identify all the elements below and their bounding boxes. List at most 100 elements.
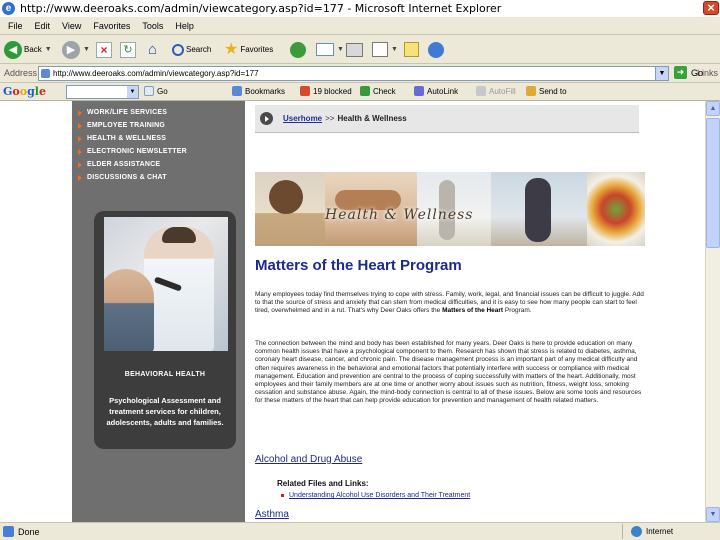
banner-logo: Health & Wellness bbox=[325, 207, 474, 223]
forward-dropdown-icon[interactable]: ▼ bbox=[83, 46, 90, 53]
menu-view[interactable]: View bbox=[62, 21, 81, 31]
menu-bar: File Edit View Favorites Tools Help bbox=[0, 17, 720, 35]
google-search-icon bbox=[144, 86, 154, 96]
bookmarks-button[interactable]: Bookmarks bbox=[232, 86, 285, 96]
google-search-dropdown-icon[interactable]: ▼ bbox=[127, 86, 138, 98]
autolink-button[interactable]: AutoLink bbox=[414, 86, 458, 96]
forward-arrow-icon: ▶ bbox=[62, 40, 80, 59]
home-button[interactable]: ⌂ bbox=[144, 39, 161, 60]
back-arrow-icon: ◀ bbox=[4, 40, 22, 59]
address-dropdown-icon[interactable]: ▼ bbox=[655, 67, 668, 80]
spellcheck-button[interactable]: Check bbox=[360, 86, 396, 96]
google-toolbar: Google ▼ Go Bookmarks 19 blocked Check A… bbox=[0, 83, 720, 101]
nav-bullet-icon bbox=[78, 174, 82, 181]
spellcheck-icon bbox=[360, 86, 370, 96]
stop-icon: × bbox=[96, 41, 112, 58]
back-dropdown-icon[interactable]: ▼ bbox=[45, 46, 52, 53]
stop-button[interactable]: × bbox=[96, 39, 112, 60]
standard-toolbar: ◀ Back ▼ ▶ ▼ × ↻ ⌂ Search ★ Favorites ▼ … bbox=[0, 35, 720, 64]
status-text: Done bbox=[18, 526, 40, 537]
nav-bullet-icon bbox=[78, 135, 82, 142]
scroll-thumb[interactable] bbox=[706, 118, 720, 248]
page-title: Matters of the Heart Program bbox=[255, 257, 462, 274]
ie-logo-icon: e bbox=[2, 2, 15, 15]
related-files-heading: Related Files and Links: bbox=[277, 479, 369, 488]
breadcrumb-home-link[interactable]: Userhome bbox=[283, 114, 322, 123]
breadcrumb-arrow-icon bbox=[260, 112, 273, 125]
mail-icon bbox=[316, 43, 334, 56]
banner-photo-1 bbox=[255, 172, 325, 246]
favorites-button[interactable]: ★ Favorites bbox=[224, 39, 273, 60]
edit-icon bbox=[372, 42, 388, 57]
sidebar-nav: WORK/LIFE SERVICES EMPLOYEE TRAINING HEA… bbox=[78, 106, 187, 184]
print-icon bbox=[346, 42, 363, 57]
breadcrumb: Userhome >> Health & Wellness bbox=[255, 105, 639, 133]
send-to-button[interactable]: Send to bbox=[526, 86, 567, 96]
menu-edit[interactable]: Edit bbox=[35, 21, 51, 31]
security-zone: Internet bbox=[622, 524, 718, 539]
refresh-button[interactable]: ↻ bbox=[120, 39, 136, 60]
page-done-icon bbox=[3, 526, 14, 537]
google-logo[interactable]: Google bbox=[3, 85, 46, 98]
send-to-icon bbox=[526, 86, 536, 96]
menu-file[interactable]: File bbox=[8, 21, 23, 31]
media-button[interactable] bbox=[290, 39, 306, 60]
vertical-scrollbar[interactable]: ▲ ▼ bbox=[705, 101, 720, 522]
page-icon bbox=[41, 69, 50, 78]
forward-button[interactable]: ▶ ▼ bbox=[62, 39, 90, 60]
menu-favorites[interactable]: Favorites bbox=[93, 21, 130, 31]
banner-photo-5 bbox=[587, 172, 645, 246]
mail-button[interactable]: ▼ bbox=[316, 39, 344, 60]
google-search-input[interactable]: ▼ bbox=[66, 85, 139, 99]
section-link-alcohol-drug-abuse[interactable]: Alcohol and Drug Abuse bbox=[255, 454, 362, 465]
notes-icon bbox=[404, 42, 419, 57]
menu-help[interactable]: Help bbox=[175, 21, 194, 31]
home-icon: ⌂ bbox=[147, 40, 158, 58]
scroll-up-icon[interactable]: ▲ bbox=[706, 101, 720, 116]
nav-item-newsletter[interactable]: ELECTRONIC NEWSLETTER bbox=[78, 145, 187, 158]
print-button[interactable] bbox=[346, 39, 363, 60]
window-title: http://www.deeroaks.com/admin/viewcatego… bbox=[20, 2, 502, 15]
autofill-button[interactable]: AutoFill bbox=[476, 86, 516, 96]
nav-bullet-icon bbox=[78, 109, 82, 116]
back-button[interactable]: ◀ Back ▼ bbox=[4, 39, 52, 60]
edit-button[interactable]: ▼ bbox=[372, 39, 398, 60]
section-link-asthma[interactable]: Asthma bbox=[255, 509, 289, 520]
breadcrumb-current: Health & Wellness bbox=[337, 114, 407, 123]
zone-label: Internet bbox=[646, 527, 674, 536]
go-arrow-icon: ➜ bbox=[674, 66, 687, 79]
nav-item-discussions-chat[interactable]: DISCUSSIONS & CHAT bbox=[78, 171, 187, 184]
nav-item-work-life[interactable]: WORK/LIFE SERVICES bbox=[78, 106, 187, 119]
links-button[interactable]: Links bbox=[697, 68, 718, 78]
messenger-button[interactable] bbox=[428, 39, 444, 60]
behavioral-health-promo[interactable]: BEHAVIORAL HEALTH Psychological Assessme… bbox=[94, 211, 236, 449]
notes-button[interactable] bbox=[404, 39, 419, 60]
popup-blocker-button[interactable]: 19 blocked bbox=[300, 86, 352, 96]
nav-item-elder-assistance[interactable]: ELDER ASSISTANCE bbox=[78, 158, 187, 171]
search-button[interactable]: Search bbox=[172, 39, 211, 60]
nav-bullet-icon bbox=[78, 148, 82, 155]
menu-tools[interactable]: Tools bbox=[142, 21, 163, 31]
address-input[interactable]: http://www.deeroaks.com/admin/viewcatego… bbox=[38, 66, 669, 81]
title-bar: e http://www.deeroaks.com/admin/viewcate… bbox=[0, 0, 720, 17]
promo-heading: BEHAVIORAL HEALTH bbox=[124, 371, 206, 378]
refresh-icon: ↻ bbox=[120, 41, 136, 58]
close-button[interactable] bbox=[703, 1, 719, 15]
address-bar: Address http://www.deeroaks.com/admin/vi… bbox=[0, 64, 720, 83]
favorites-star-icon: ★ bbox=[224, 40, 239, 58]
banner-photo-4 bbox=[491, 172, 587, 246]
internet-globe-icon bbox=[631, 526, 642, 537]
scroll-down-icon[interactable]: ▼ bbox=[706, 507, 720, 522]
bullet-icon bbox=[281, 494, 284, 497]
intro-paragraph: Many employees today find themselves try… bbox=[255, 291, 644, 315]
nav-bullet-icon bbox=[78, 122, 82, 129]
breadcrumb-separator: >> bbox=[325, 114, 335, 123]
bookmark-star-icon bbox=[232, 86, 242, 96]
google-go-button[interactable]: Go bbox=[144, 86, 168, 96]
popup-blocker-icon bbox=[300, 86, 310, 96]
right-margin bbox=[645, 101, 705, 522]
nav-item-employee-training[interactable]: EMPLOYEE TRAINING bbox=[78, 119, 187, 132]
related-link-alcohol-use-disorders[interactable]: Understanding Alcohol Use Disorders and … bbox=[289, 492, 470, 499]
search-icon bbox=[172, 43, 184, 56]
nav-item-health-wellness[interactable]: HEALTH & WELLNESS bbox=[78, 132, 187, 145]
